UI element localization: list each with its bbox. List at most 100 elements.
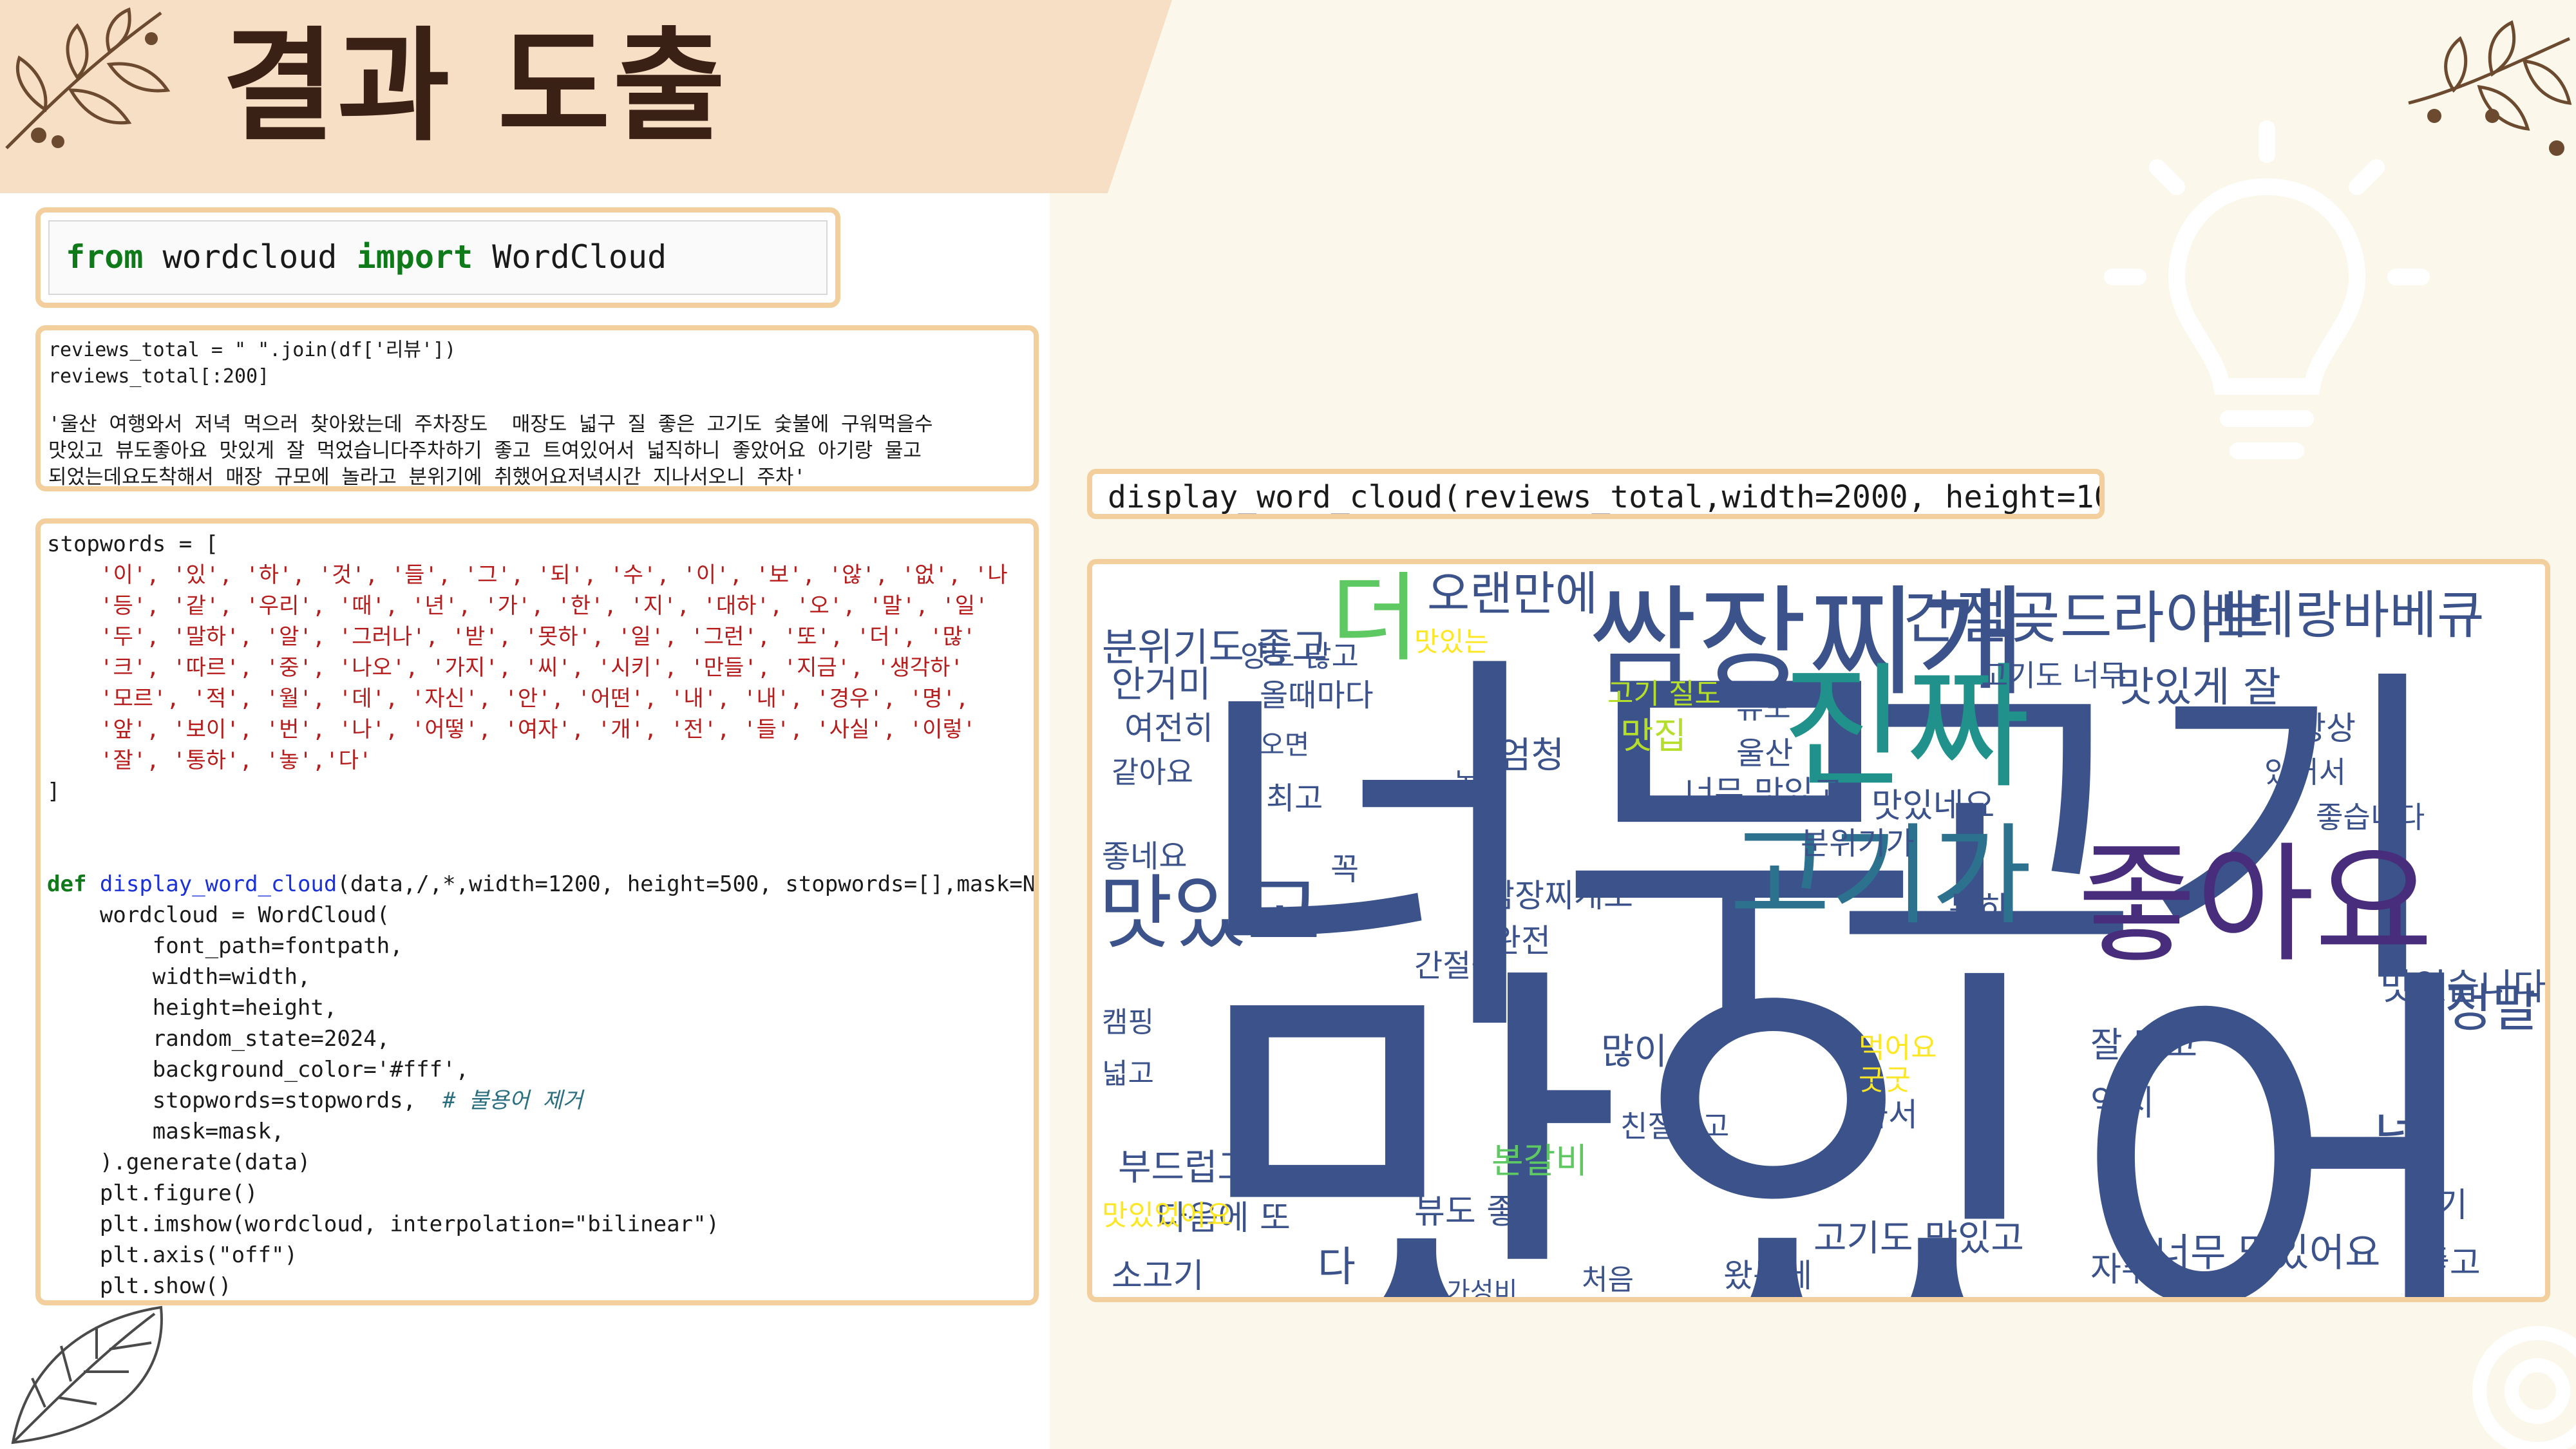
word-cloud-image: 너무고기맛있어요쌈장찌개진짜좋아요고기가맛있고더간절곶드라이브베테랑바베큐오랜만… (1087, 559, 2550, 1302)
output-line: 되었는데요도착해서 매장 규모에 놀라고 분위기에 취했어요저녁시간 지나서오니… (48, 466, 806, 489)
code-line: ] (47, 779, 61, 804)
word-cloud-word: 역시 (2090, 1083, 2155, 1123)
word-cloud-word: 너무 맛있고 (1685, 774, 1843, 811)
function-args: (data,/,*,width=1200, height=500, stopwo… (337, 871, 1039, 897)
word-cloud-word: 꼭 (1331, 851, 1359, 887)
word-cloud-word: 맛있는 (1414, 626, 1489, 658)
word-cloud-word: 최고 (1266, 781, 1323, 817)
word-cloud-word: 다 (1318, 1244, 1356, 1291)
keyword-def: def (47, 871, 87, 897)
gear-icon (2472, 1326, 2576, 1449)
word-cloud-word: 잘 먹고 (2090, 1025, 2198, 1065)
word-cloud-word: 뷰도 (1736, 690, 1791, 725)
word-cloud-word: 엄청 (1498, 735, 1565, 777)
monstera-leaf-icon (11, 1305, 163, 1444)
word-cloud-word: 소고기 (1112, 1257, 1204, 1296)
word-cloud-word: 왔는데 (1723, 1257, 1812, 1294)
code-line: width=width, (47, 964, 311, 990)
word-cloud-word: 고기 질도 (1607, 677, 1721, 710)
code-line: plt.axis("off") (47, 1242, 298, 1268)
word-cloud-word: 베테랑바베큐 (2200, 585, 2485, 645)
keyword-import: import (356, 238, 473, 276)
word-cloud-word: 와서 (1859, 1096, 1918, 1133)
word-cloud-word: 자주 (2090, 1251, 2152, 1289)
function-name: display_word_cloud (99, 871, 337, 897)
word-cloud-word: 굿굿 (1859, 1064, 1911, 1097)
code-comment: # 불용어 제거 (442, 1088, 583, 1113)
word-cloud-word: 오면 (1260, 729, 1310, 761)
function-call-line: display_word_cloud(reviews_total,width=2… (1108, 479, 2105, 515)
code-line: height=height, (47, 995, 337, 1021)
code-line: plt.figure() (47, 1180, 258, 1206)
stopwords-row: '등', '같', '우리', '때', '년', '가', '한', '지',… (100, 593, 989, 619)
word-cloud-word: 맛있게 잘 (2116, 664, 2281, 712)
code-line: plt.imshow(wordcloud, interpolation="bil… (47, 1211, 719, 1237)
word-cloud-word: 먹어요 (1859, 1032, 1937, 1065)
reviews-code-cell: reviews_total = " ".join(df['리뷰']) revie… (35, 325, 1039, 491)
word-cloud-word: 고기도 맛있고 (1814, 1218, 2024, 1260)
code-line: reviews_total = " ".join(df['리뷰']) (48, 339, 457, 361)
word-cloud-word: 좋아요 (2078, 830, 2434, 980)
word-cloud-word: 고기도 너무 (1981, 658, 2127, 693)
word-cloud-word: 캠핑 (1102, 1006, 1154, 1039)
stopwords-row: '잘', '통하', '놓','다' (100, 748, 372, 773)
class-name: WordCloud (473, 238, 667, 276)
output-line: 맛있고 뷰도좋아요 맛있게 잘 먹었습니다주차하기 좋고 트여있어서 넓직하니 … (48, 439, 922, 462)
word-cloud-word: 맛있고 (1099, 867, 1321, 960)
module-name: wordcloud (143, 238, 357, 276)
code-line: background_color='#fff', (47, 1057, 469, 1083)
word-cloud-word: 처음 (1582, 1264, 1634, 1296)
return-value: wordcloud (179, 1304, 311, 1305)
word-cloud-word: 완전 (1492, 922, 1551, 960)
code-line: plt.show() (47, 1273, 232, 1299)
word-cloud-word: 좋네요 (1102, 838, 1188, 875)
code-line: ).generate(data) (47, 1150, 311, 1175)
word-cloud-word: 많이 (1601, 1031, 1668, 1073)
word-cloud-word: 넓고 (1102, 1057, 1154, 1090)
word-cloud-word: 여전히 (1124, 710, 1213, 747)
word-cloud-word: 양도 많고 (1240, 639, 1359, 674)
word-cloud-word: 안거미 (1112, 664, 1211, 706)
code-cell-inner: from wordcloud import WordCloud (48, 220, 828, 295)
word-cloud-word: 간절곶 (1414, 948, 1500, 984)
display-call-cell: display_word_cloud(reviews_total,width=2… (1087, 469, 2105, 519)
code-line: reviews_total[:200] (48, 365, 270, 388)
code-line: stopwords = [ (47, 531, 219, 557)
word-cloud-word: 같아요 (1112, 755, 1193, 790)
word-cloud-word: 울산 (1736, 735, 1794, 772)
stopwords-row: '크', '따르', '중', '나오', '가지', '씨', '시키', '… (100, 655, 963, 681)
code-line: wordcloud = WordCloud( (47, 902, 390, 928)
word-cloud-word: 친절하고 (1620, 1109, 1730, 1144)
leaf-branch-icon (5, 7, 171, 149)
code-line: mask=mask, (47, 1119, 285, 1144)
word-cloud-word: 본갈비 (1492, 1141, 1588, 1181)
code-line: random_state=2024, (47, 1026, 390, 1052)
code-line: stopwords=stopwords, (47, 1088, 443, 1113)
word-cloud-word: 분위기가 (1801, 826, 1915, 862)
code-line: font_path=fontpath, (47, 933, 403, 959)
word-cloud-word: 오랜만에 (1427, 567, 1598, 621)
wordcloud-function-cell: stopwords = [ '이', '있', '하', '것', '들', '… (35, 518, 1039, 1305)
word-cloud-word: 맛집 (1620, 715, 1687, 757)
lightbulb-icon (2104, 120, 2430, 459)
page-title: 결과 도출 (222, 15, 728, 158)
keyword-return: return (100, 1304, 179, 1305)
word-cloud-word: 좋습니다 (2316, 800, 2425, 835)
word-cloud-word: 너무 맛있어요 (2155, 1231, 2381, 1276)
stopwords-row: '두', '말하', '알', '그러나', '받', '못하', '일', '… (100, 624, 976, 650)
word-cloud-word: 맛있었어요 (1102, 1199, 1233, 1232)
word-cloud-word: 항상 (2297, 710, 2356, 747)
word-cloud-word: 쌈장찌개도 (1485, 877, 1633, 914)
word-cloud-word: 뷰도 좋고 (1414, 1193, 1548, 1231)
word-cloud-word: 놓아 (1453, 768, 1505, 800)
stopwords-row: '모르', '적', '월', '데', '자신', '안', '어떤', '내… (100, 686, 969, 712)
word-cloud-word: 넘 (2374, 1107, 2421, 1167)
stopwords-row: '앞', '보이', '번', '나', '어떻', '여자', '개', '전… (100, 717, 976, 743)
word-cloud-word: 특히 (1949, 890, 2008, 927)
output-line: '울산 여행와서 저녁 먹으러 찾아왔는데 주차장도 매장도 넓구 질 좋은 고… (48, 413, 933, 436)
stopwords-row: '이', '있', '하', '것', '들', '그', '되', '수', … (100, 562, 1008, 588)
word-cloud-word: 올때마다 (1260, 677, 1374, 714)
word-cloud-word: 맛있네요 (1871, 787, 1995, 826)
import-code-cell: from wordcloud import WordCloud (35, 207, 840, 308)
word-cloud-word: 맛있습니다 (2380, 967, 2546, 1009)
